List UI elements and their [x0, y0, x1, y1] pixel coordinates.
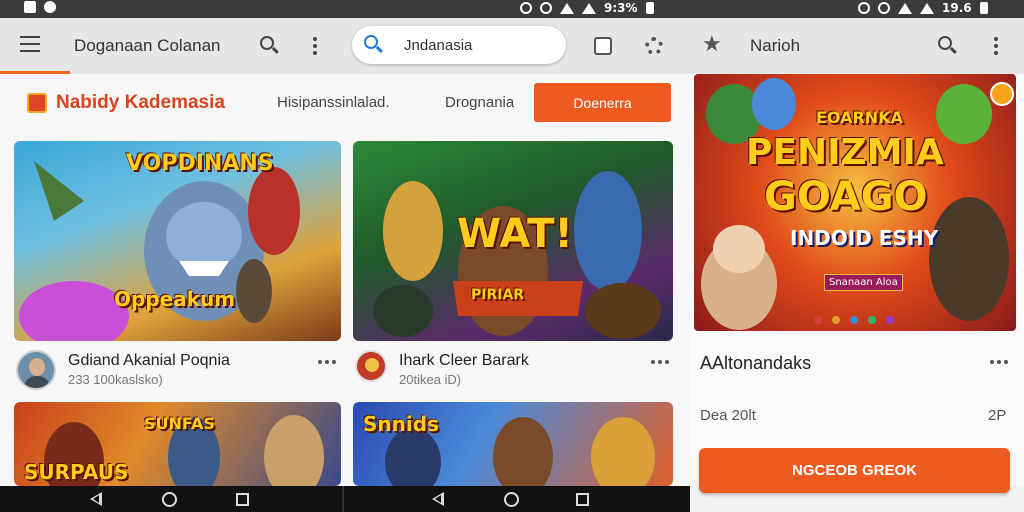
featured-title: AAltonandaks [700, 353, 812, 373]
game-card-meta[interactable]: Ihark Cleer Barark 20tikea iD) [355, 350, 673, 390]
featured-banner-main-2: GOAGO [764, 174, 928, 220]
back-icon[interactable] [432, 492, 444, 506]
badge-icon [990, 82, 1014, 106]
recents-icon[interactable] [236, 493, 249, 506]
status-percent: 9:3% [604, 1, 638, 15]
more-options-icon[interactable] [990, 360, 1008, 364]
game-card-image[interactable]: VOPDINANS Oppeakum [14, 141, 341, 341]
featured-banner-main-1: PENIZMIA [746, 132, 944, 173]
vibrate-icon [540, 2, 552, 14]
search-input[interactable] [404, 34, 554, 56]
wifi-icon [898, 2, 912, 14]
gear-icon[interactable] [645, 37, 663, 55]
nav-link-1[interactable]: Hisipanssinlalad. [277, 94, 390, 111]
home-icon[interactable] [504, 492, 519, 507]
featured-banner-top: EOARNKA [816, 108, 903, 127]
search-icon [364, 35, 384, 55]
carousel-indicator[interactable] [814, 316, 894, 324]
featured-small-badge: Snanaan Aloa [824, 274, 903, 291]
right-panel-title: Narioh [750, 36, 801, 55]
game-card-image[interactable]: Snnids [353, 402, 673, 486]
game-card-image[interactable]: SUNFAS SURPAUS [14, 402, 341, 486]
avatar [355, 350, 387, 382]
clipboard-icon[interactable] [594, 37, 612, 55]
card-art-caption: Oppeakum [114, 287, 236, 311]
card-banner: WAT! [457, 211, 573, 257]
battery-icon [645, 2, 654, 14]
app-title: Doganaan Colanan [74, 36, 221, 55]
overflow-menu-icon[interactable] [994, 37, 998, 55]
battery-icon [979, 2, 988, 14]
card-banner: VOPDINANS [126, 151, 274, 176]
search-icon[interactable] [260, 36, 280, 56]
system-nav-bar [0, 486, 690, 512]
notification-icon [44, 1, 56, 13]
alarm-icon [520, 2, 532, 14]
signal-icon [582, 2, 596, 14]
card-title: Ihark Cleer Barark [399, 352, 529, 369]
wifi-icon [560, 2, 574, 14]
brand-row: Nabidy Kademasia Hisipanssinlalad. Drogn… [0, 74, 690, 134]
card-subtitle: 233 100kaslsko) [68, 372, 163, 387]
star-icon[interactable]: ★ [702, 34, 722, 56]
card-subtitle: 20tikea iD) [399, 372, 462, 387]
nav-link-2[interactable]: Drognania [445, 94, 514, 111]
card-title: Gdiand Akanial Poqnia [68, 352, 230, 369]
card-banner: SUNFAS [144, 414, 215, 433]
featured-panel: EOARNKA PENIZMIA GOAGO INDOID ESHY Snana… [690, 74, 1024, 493]
signal-icon [920, 2, 934, 14]
nav-divider [342, 486, 344, 512]
vibrate-icon [878, 2, 890, 14]
search-box[interactable] [352, 26, 566, 64]
cta-button[interactable]: Doenerra [534, 83, 671, 122]
brand-name: Nabidy Kademasia [56, 92, 225, 113]
featured-banner-sub: INDOID ESHY [790, 226, 939, 250]
home-icon[interactable] [162, 492, 177, 507]
sim-icon [24, 1, 36, 13]
status-time: 19.6 [942, 1, 972, 15]
game-card-image[interactable]: WAT! PIRIAR [353, 141, 673, 341]
alarm-icon [858, 2, 870, 14]
overflow-menu-icon[interactable] [313, 37, 317, 55]
card-banner: Snnids [363, 412, 439, 436]
right-app-bar: ★ Narioh [690, 18, 1024, 74]
hamburger-menu-icon[interactable] [20, 36, 40, 52]
game-list-pane: Nabidy Kademasia Hisipanssinlalad. Drogn… [0, 74, 690, 486]
featured-subtitle: Dea 20lt [700, 407, 756, 424]
featured-action-button[interactable]: NGCEOB GREOK [699, 448, 1010, 493]
status-bar: 9:3% 19.6 [0, 0, 1024, 18]
game-card-meta[interactable]: Gdiand Akanial Poqnia 233 100kaslsko) [16, 350, 342, 390]
card-art-caption: SURPAUS [24, 460, 129, 484]
recents-icon[interactable] [576, 493, 589, 506]
brand-logo-icon [27, 93, 47, 113]
featured-number: 2P [988, 407, 1007, 424]
card-art-caption: PIRIAR [471, 287, 525, 303]
top-app-bar: Doganaan Colanan [0, 18, 690, 74]
search-icon[interactable] [938, 36, 958, 56]
more-options-icon[interactable] [318, 360, 336, 364]
avatar [16, 350, 56, 390]
back-icon[interactable] [90, 492, 102, 506]
more-options-icon[interactable] [651, 360, 669, 364]
featured-banner[interactable]: EOARNKA PENIZMIA GOAGO INDOID ESHY Snana… [694, 74, 1016, 331]
